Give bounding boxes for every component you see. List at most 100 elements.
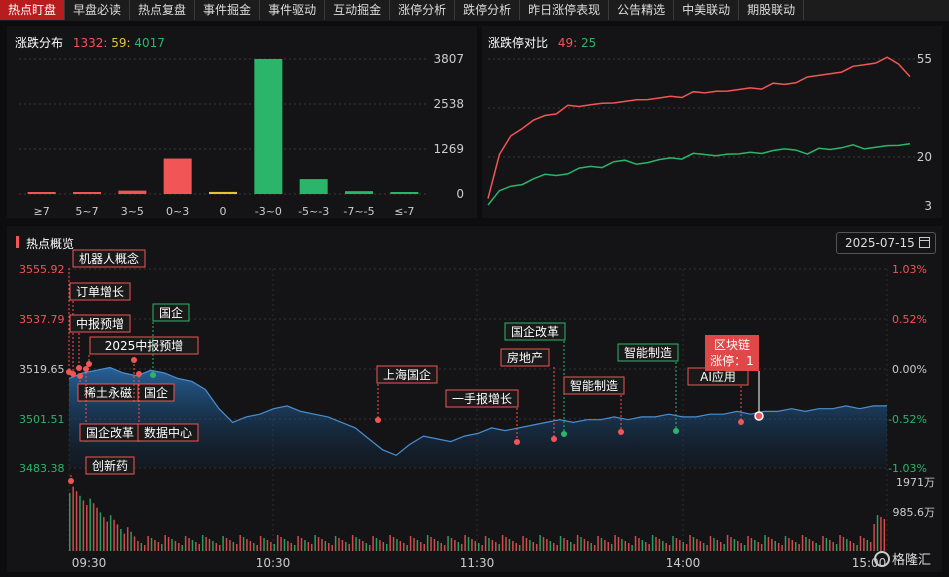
- volume-bar: [178, 543, 180, 551]
- volume-bar: [242, 537, 245, 551]
- volume-bar: [120, 529, 122, 551]
- annotation-label: 2025中报预增: [105, 338, 184, 353]
- x-tick-label: -3~0: [255, 205, 282, 218]
- annotation-dot: [561, 431, 567, 437]
- volume-bar: [607, 542, 610, 551]
- volume-bar: [518, 545, 521, 551]
- volume-bar: [529, 540, 531, 551]
- volume-bar: [239, 535, 241, 551]
- volume-bar: [283, 539, 286, 551]
- volume-bar: [552, 543, 555, 551]
- y-right-label: 0.52%: [892, 313, 927, 326]
- volume-bar: [157, 542, 160, 551]
- volume-bar: [300, 538, 303, 551]
- tab-7[interactable]: 跌停分析: [455, 0, 521, 20]
- volume-bar: [201, 535, 204, 551]
- volume-bar: [467, 537, 470, 551]
- volume-bar: [651, 535, 654, 551]
- volume-bar: [75, 491, 78, 551]
- volume-bar: [593, 545, 596, 551]
- volume-bar: [86, 505, 88, 551]
- hot-overview-chart: 3555.92 1.03% 3537.79 0.52% 3519.65 0.00% 3501…: [19, 249, 935, 570]
- volume-bar: [328, 543, 330, 551]
- volume-bar: [304, 540, 306, 551]
- volume-bar: [368, 545, 371, 551]
- volume-bar: [113, 519, 115, 551]
- volume-bar: [508, 539, 511, 551]
- y-right-label: 1.03%: [892, 263, 927, 276]
- volume-bar: [426, 535, 429, 551]
- volume-bar: [471, 539, 473, 551]
- volume-bar: [164, 535, 166, 551]
- annotation-label: 房地产: [507, 350, 543, 365]
- x-tick-label: ≥7: [34, 205, 50, 218]
- volume-bar: [420, 542, 422, 551]
- volume-bar: [433, 539, 436, 551]
- volume-bar: [379, 540, 381, 551]
- volume-bar: [818, 545, 821, 551]
- volume-bar: [675, 538, 678, 551]
- volume-bar: [750, 538, 753, 551]
- volume-bar: [161, 544, 163, 551]
- volume-bar: [863, 538, 865, 551]
- y-left-label: 3483.38: [19, 462, 65, 475]
- bar-5~7: [73, 192, 101, 194]
- volume-bar: [137, 541, 139, 551]
- bar-3~5: [118, 190, 147, 194]
- tab-5[interactable]: 互动掘金: [325, 0, 391, 20]
- volume-bar: [276, 535, 279, 551]
- volume-bar: [92, 503, 95, 551]
- series-line-1: [487, 143, 911, 206]
- volume-bar: [880, 517, 882, 551]
- tab-10[interactable]: 中美联动: [674, 0, 740, 20]
- volume-bar: [685, 544, 688, 551]
- volume-bar: [488, 538, 490, 551]
- date-picker[interactable]: 2025-07-15: [836, 232, 936, 254]
- x-tick-label: 14:00: [666, 556, 701, 570]
- volume-bar: [174, 541, 177, 551]
- volume-bar: [474, 541, 477, 551]
- volume-bar: [273, 544, 275, 551]
- volume-bar: [270, 542, 272, 551]
- annotation-label: 国企: [159, 305, 183, 320]
- volume-bar: [372, 536, 374, 551]
- volume-bar: [150, 538, 153, 551]
- volume-bar: [771, 539, 773, 551]
- tab-1[interactable]: 早盘必读: [65, 0, 131, 20]
- volume-bar: [171, 539, 173, 551]
- volume-bar: [869, 542, 872, 551]
- tab-0[interactable]: 热点盯盘: [0, 0, 66, 20]
- tab-9[interactable]: 公告精选: [609, 0, 675, 20]
- y-right-label: -0.52%: [888, 413, 927, 426]
- volume-bar: [324, 541, 327, 551]
- tab-8[interactable]: 昨日涨停表现: [520, 0, 610, 20]
- volume-bar: [69, 493, 71, 551]
- volume-bar: [491, 540, 494, 551]
- volume-bar: [481, 545, 483, 551]
- volume-bar: [576, 535, 579, 551]
- volume-bar: [106, 521, 108, 551]
- volume-bar: [450, 538, 453, 551]
- volume-bar: [307, 542, 310, 551]
- tab-3[interactable]: 事件掘金: [195, 0, 261, 20]
- volume-bar: [256, 545, 258, 551]
- tab-4[interactable]: 事件驱动: [260, 0, 326, 20]
- volume-bar: [716, 540, 719, 551]
- top-tab-bar: 热点盯盘 早盘必读 热点复盘 事件掘金 事件驱动 互动掘金 涨停分析 跌停分析 昨日涨停表现 公告…: [0, 0, 949, 21]
- volume-bar: [232, 542, 235, 551]
- volume-bar: [525, 538, 528, 551]
- annotation-dot: [375, 417, 381, 423]
- volume-bar: [873, 524, 875, 551]
- annotation-dot: [673, 428, 679, 434]
- volume-bar: [198, 544, 201, 551]
- volume-bar: [130, 531, 132, 551]
- volume-bar: [617, 537, 620, 551]
- volume-bar: [566, 540, 569, 551]
- volume-bar: [399, 541, 402, 551]
- volume-bar: [225, 538, 228, 551]
- y-left-label: 3501.51: [19, 413, 65, 426]
- tab-6[interactable]: 涨停分析: [390, 0, 456, 20]
- volume-bar: [351, 535, 354, 551]
- tab-11[interactable]: 期股联动: [739, 0, 805, 20]
- tab-2[interactable]: 热点复盘: [130, 0, 196, 20]
